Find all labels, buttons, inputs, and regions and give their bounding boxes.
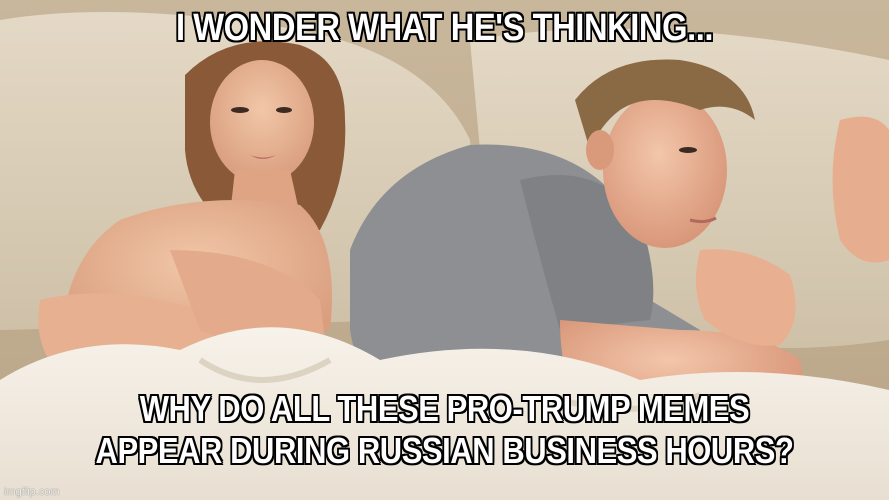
meme-top-caption: I WONDER WHAT HE'S THINKING... [175,7,714,49]
man-raised-hand [832,116,889,263]
meme-bottom-caption: WHY DO ALL THESE PRO-TRUMP MEMES APPEAR … [62,388,827,472]
woman-eye-left [231,107,249,113]
meme-image: I WONDER WHAT HE'S THINKING... WHY DO AL… [0,0,889,500]
meme-bottom-caption-line-2: APPEAR DURING RUSSIAN BUSINESS HOURS? [95,430,794,471]
man-face [603,92,727,248]
meme-bottom-caption-line-1: WHY DO ALL THESE PRO-TRUMP MEMES [139,388,750,429]
man-ear [586,130,614,170]
woman-face [210,60,314,184]
imgflip-watermark: imgflip.com [4,486,60,498]
man-eye [679,147,697,153]
woman-eye-right [276,107,292,113]
